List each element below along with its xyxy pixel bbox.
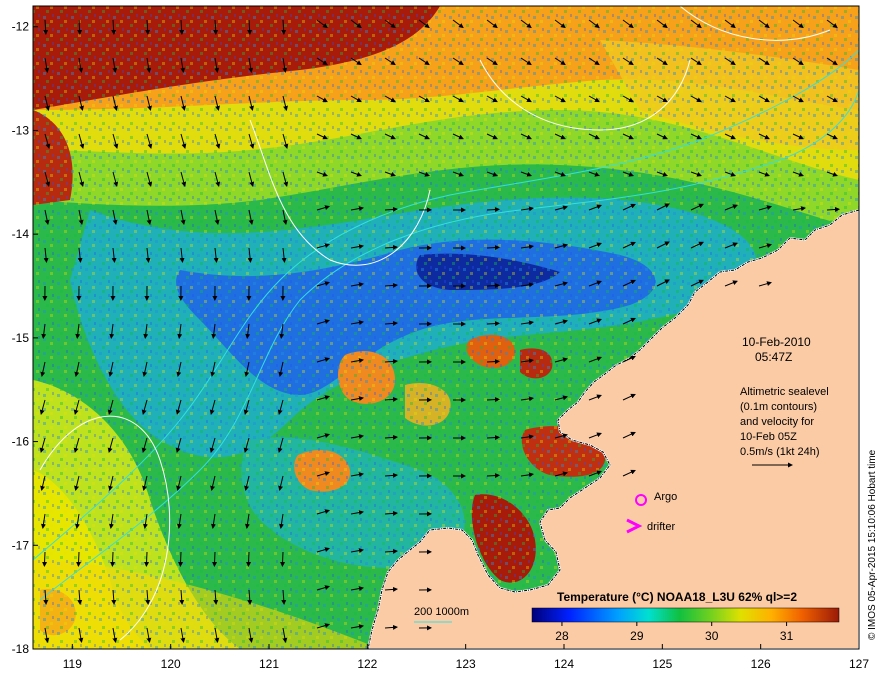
argo-label: Argo bbox=[654, 491, 677, 503]
colorbar-title: Temperature (°C) NOAA18_L3U 62% ql>=2 bbox=[557, 590, 797, 604]
velocity-arrow bbox=[486, 207, 500, 213]
y-tick-label: -12 bbox=[12, 20, 30, 34]
time-label: 05:47Z bbox=[755, 350, 792, 364]
y-tick-label: -16 bbox=[12, 435, 30, 449]
sst-map: 119 120 121 122 123 124 125 126 127 -12 -13 -14 -15… bbox=[12, 5, 878, 671]
velocity-arrow bbox=[76, 551, 82, 567]
legend-note-5: 0.5m/s (1kt 24h) bbox=[740, 446, 819, 458]
legend-note-1: Altimetric sealevel bbox=[740, 386, 829, 398]
velocity-arrow bbox=[178, 551, 184, 567]
isobath-legend-label: 200 1000m bbox=[414, 606, 469, 618]
x-tick-label: 120 bbox=[161, 657, 181, 671]
velocity-arrow bbox=[486, 473, 500, 479]
velocity-arrow bbox=[486, 435, 500, 441]
colorbar bbox=[531, 607, 840, 623]
y-tick-label: -13 bbox=[12, 123, 30, 137]
y-tick-label: -18 bbox=[12, 642, 30, 656]
date-label: 10-Feb-2010 bbox=[742, 335, 811, 349]
y-tick-label: -15 bbox=[12, 331, 30, 345]
colorbar-tick-label: 31 bbox=[780, 629, 794, 643]
x-tick-label: 121 bbox=[259, 657, 279, 671]
velocity-arrow bbox=[110, 551, 116, 567]
legend-note-2: (0.1m contours) bbox=[740, 401, 817, 413]
x-tick-label: 124 bbox=[554, 657, 574, 671]
y-tick-label: -14 bbox=[12, 227, 30, 241]
velocity-arrow bbox=[246, 551, 252, 567]
velocity-arrow bbox=[486, 321, 500, 327]
drifter-label: drifter bbox=[647, 521, 675, 533]
y-tick-label: -17 bbox=[12, 538, 30, 552]
x-tick-label: 127 bbox=[849, 657, 869, 671]
velocity-arrow bbox=[486, 245, 500, 251]
colorbar-tick-label: 29 bbox=[630, 629, 644, 643]
velocity-arrow bbox=[280, 551, 286, 567]
x-tick-label: 125 bbox=[652, 657, 672, 671]
velocity-arrow bbox=[486, 397, 500, 403]
velocity-arrow bbox=[42, 551, 48, 567]
x-tick-label: 123 bbox=[456, 657, 476, 671]
credit-label: © IMOS 05-Apr-2015 15:10:06 Hobart time bbox=[867, 449, 878, 640]
x-tick-label: 119 bbox=[63, 657, 82, 671]
x-tick-label: 122 bbox=[357, 657, 377, 671]
velocity-arrow bbox=[212, 551, 218, 567]
colorbar-tick-label: 28 bbox=[555, 629, 569, 643]
x-tick-label: 126 bbox=[751, 657, 771, 671]
legend-note-4: 10-Feb 05Z bbox=[740, 431, 797, 443]
velocity-arrow bbox=[486, 283, 500, 289]
velocity-arrow bbox=[144, 551, 150, 567]
velocity-arrow bbox=[486, 359, 500, 365]
legend-note-3: and velocity for bbox=[740, 416, 814, 428]
colorbar-tick-label: 30 bbox=[705, 629, 719, 643]
